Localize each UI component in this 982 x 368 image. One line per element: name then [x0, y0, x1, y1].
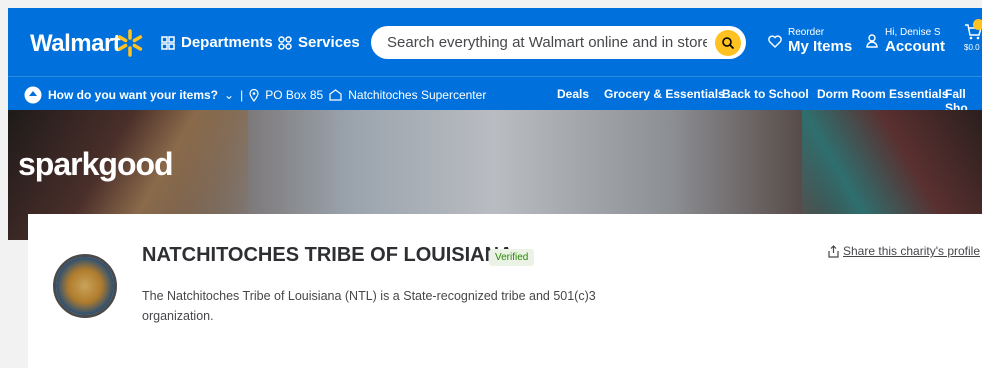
location-pin-icon — [249, 88, 259, 102]
address[interactable]: PO Box 85 — [265, 88, 323, 102]
account-big: Account — [885, 38, 945, 55]
nav-deals[interactable]: Deals — [557, 87, 589, 101]
tribe-seal-logo — [53, 254, 117, 318]
share-profile-link[interactable]: Share this charity's profile — [828, 244, 980, 258]
charity-description: The Natchitoches Tribe of Louisiana (NTL… — [142, 289, 596, 323]
nav-grocery[interactable]: Grocery & Essentials — [604, 87, 725, 101]
reorder-link[interactable]: Reorder My Items — [768, 27, 852, 55]
how-label: How do you want your items? — [48, 88, 219, 102]
user-icon — [866, 34, 878, 48]
heart-icon — [768, 34, 782, 48]
departments-label: Departments — [181, 34, 273, 51]
search-bar — [371, 26, 746, 59]
fulfillment-selector[interactable]: How do you want your items? ⌄ | PO Box 8… — [24, 86, 486, 104]
share-label: Share this charity's profile — [843, 244, 981, 258]
verified-badge: Verified — [489, 249, 535, 266]
share-icon — [828, 244, 839, 258]
services-button[interactable]: Services — [278, 34, 360, 51]
fulfillment-icon — [24, 86, 42, 104]
fulfillment-bar: How do you want your items? ⌄ | PO Box 8… — [8, 76, 982, 115]
reorder-big: My Items — [788, 38, 853, 55]
account-small: Hi, Denise S — [885, 27, 941, 38]
services-icon — [278, 35, 292, 50]
nav-back-to-school[interactable]: Back to School — [722, 87, 809, 101]
store-name[interactable]: Natchitoches Supercenter — [348, 88, 486, 102]
search-input[interactable] — [385, 33, 709, 52]
spark-icon — [117, 29, 143, 57]
cart-badge — [973, 19, 982, 30]
grid-icon — [161, 35, 175, 50]
search-icon — [722, 37, 735, 50]
nav-dorm-room[interactable]: Dorm Room Essentials — [817, 87, 948, 101]
cart-total: $0.0 — [964, 43, 980, 52]
charity-name: NATCHITOCHES TRIBE OF LOUISIANA — [142, 244, 514, 266]
services-label: Services — [298, 34, 360, 51]
reorder-small: Reorder — [788, 27, 825, 38]
divider: | — [240, 88, 244, 102]
account-link[interactable]: Hi, Denise S Account — [866, 27, 945, 55]
top-navigation-bar: Walmart Departments Services Reorder My … — [8, 8, 982, 76]
search-button[interactable] — [715, 30, 741, 56]
cart-button[interactable]: $0.0 — [964, 19, 982, 52]
departments-button[interactable]: Departments — [161, 34, 273, 51]
walmart-logo[interactable]: Walmart — [30, 30, 121, 58]
store-icon — [329, 89, 342, 101]
sparkgood-brand: sparkgood — [18, 146, 174, 182]
chevron-down-icon: ⌄ — [224, 88, 235, 102]
charity-profile-card: NATCHITOCHES TRIBE OF LOUISIANA Verified… — [28, 214, 982, 368]
